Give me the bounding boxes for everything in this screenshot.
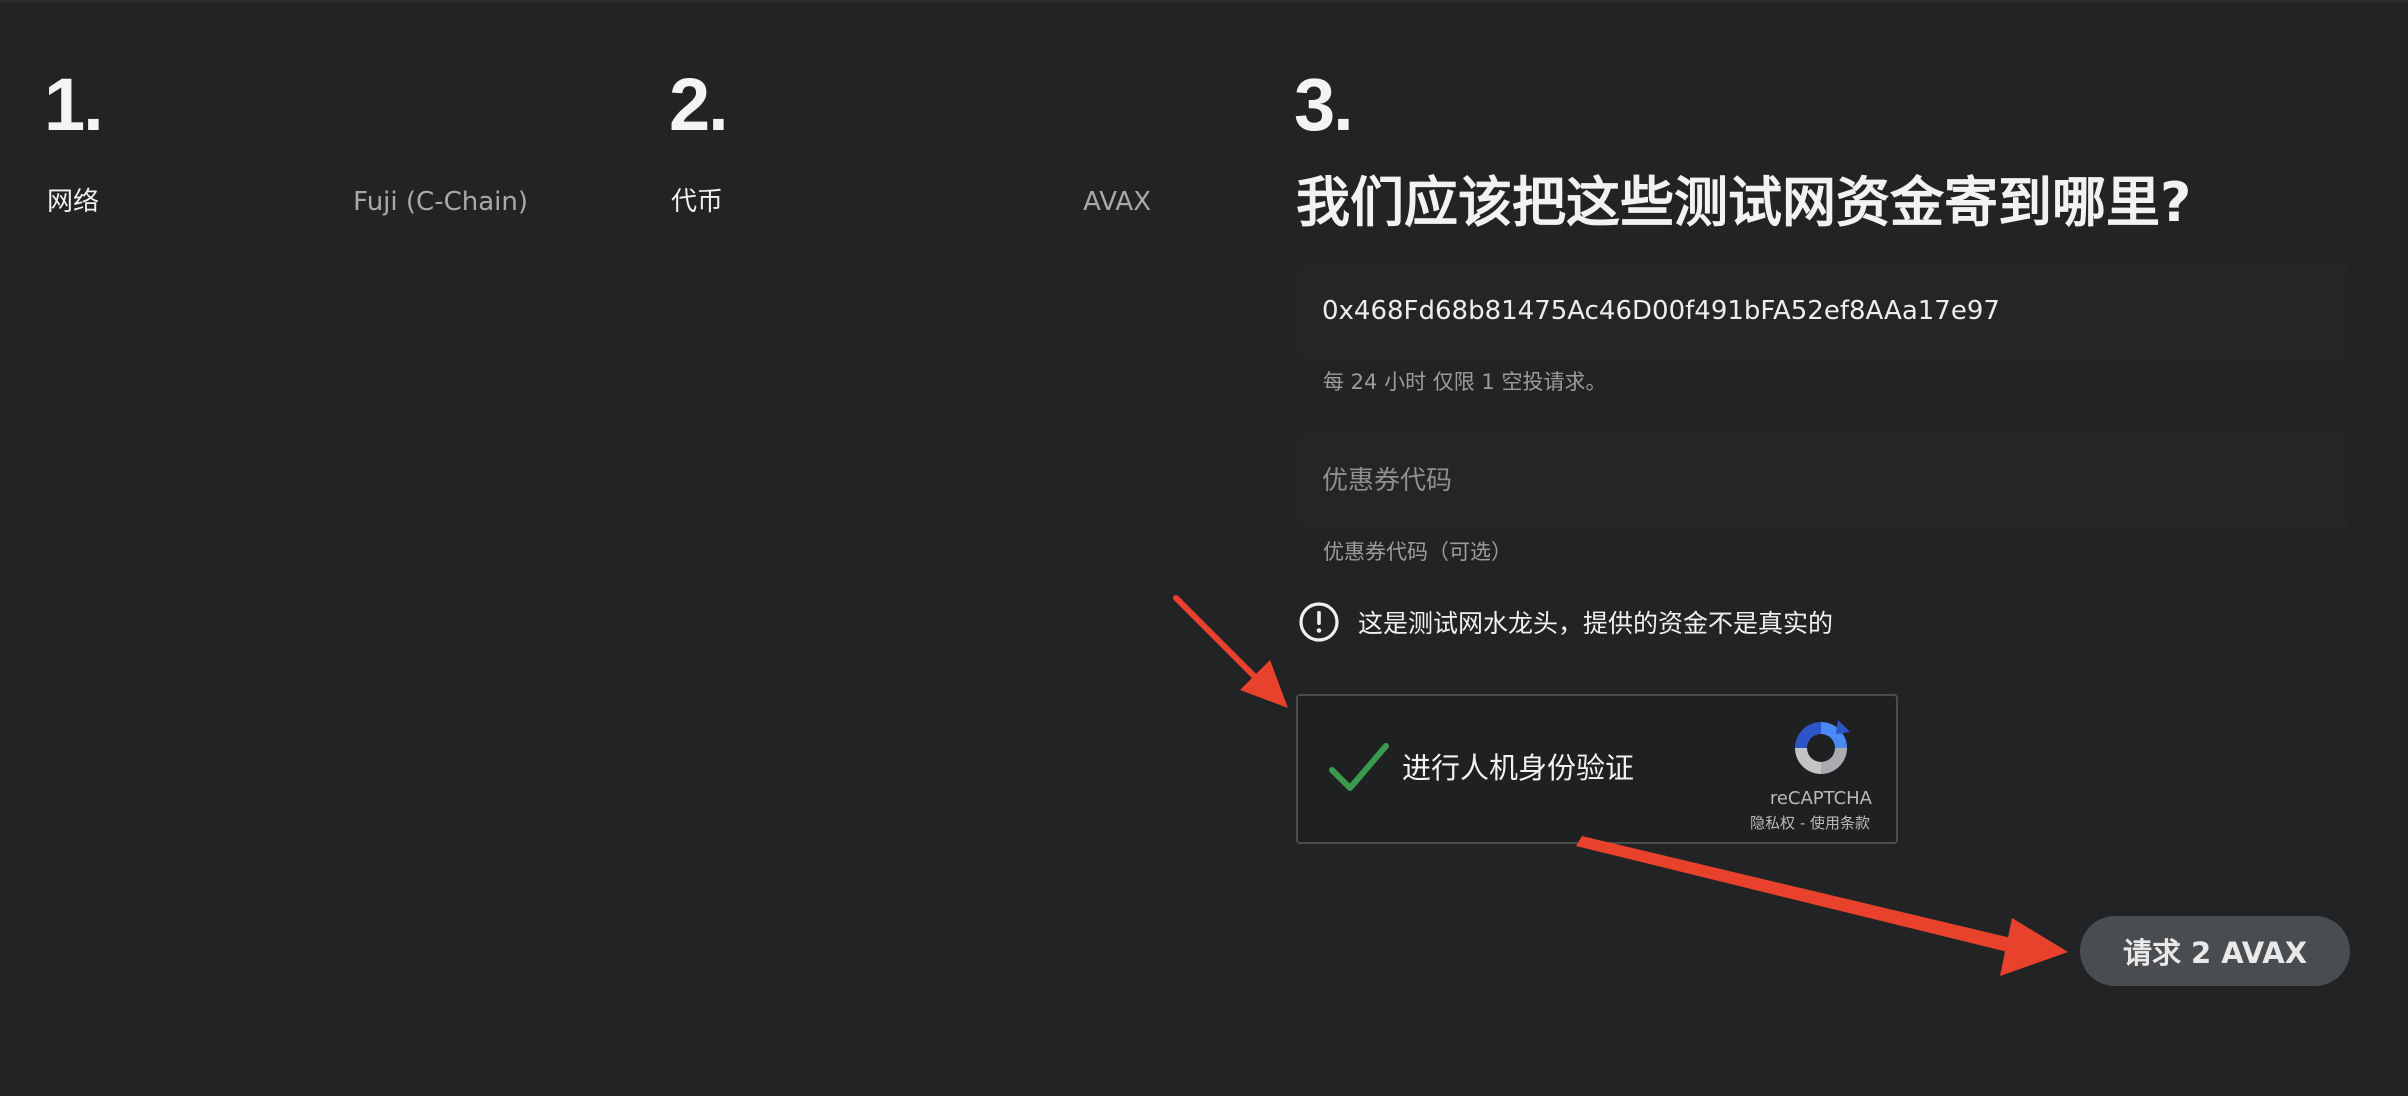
coupon-field[interactable]: [1296, 432, 2350, 530]
token-label: 代币: [671, 187, 724, 217]
step-1-number: 1.: [44, 63, 104, 146]
address-input[interactable]: [1322, 296, 2324, 326]
address-hint: 每 24 小时 仅限 1 空投请求。: [1323, 370, 1607, 394]
annotation-arrows: [1173, 595, 2068, 976]
recaptcha-terms-link[interactable]: 隐私权 - 使用条款: [1750, 814, 1870, 832]
step-2-number: 2.: [669, 63, 729, 146]
network-label: 网络: [47, 187, 100, 217]
destination-question: 我们应该把这些测试网资金寄到哪里?: [1296, 171, 2192, 234]
recaptcha-logo-icon: [1795, 720, 1850, 774]
testnet-warning: 这是测试网水龙头，提供的资金不是真实的: [1298, 600, 1833, 644]
coupon-hint: 优惠券代码（可选）: [1323, 540, 1512, 564]
recaptcha-label: 进行人机身份验证: [1402, 751, 1635, 785]
warning-text: 这是测试网水龙头，提供的资金不是真实的: [1358, 609, 1834, 638]
coupon-input[interactable]: [1322, 466, 2324, 496]
faucet-page: 1. 网络 Fuji (C-Chain) 2. 代币 AVAX 3. 我们应该把…: [0, 0, 2408, 1096]
step-3-number: 3.: [1294, 63, 1354, 146]
recaptcha-brand: reCAPTCHA: [1769, 788, 1872, 809]
checkmark-icon[interactable]: [1328, 740, 1390, 796]
token-value[interactable]: AVAX: [1000, 186, 1151, 218]
exclamation-circle-icon: [1299, 602, 1339, 642]
recaptcha-widget: 进行人机身份验证 reCAPTCHA 隐私权 - 使用条款: [1296, 694, 1898, 844]
address-field[interactable]: [1296, 262, 2350, 360]
arrow-icon: [1576, 836, 2068, 976]
network-value[interactable]: Fuji (C-Chain): [300, 186, 528, 218]
top-divider: [0, 0, 2408, 3]
arrow-icon: [1173, 595, 1288, 708]
request-avax-button[interactable]: 请求 2 AVAX: [2080, 916, 2350, 986]
